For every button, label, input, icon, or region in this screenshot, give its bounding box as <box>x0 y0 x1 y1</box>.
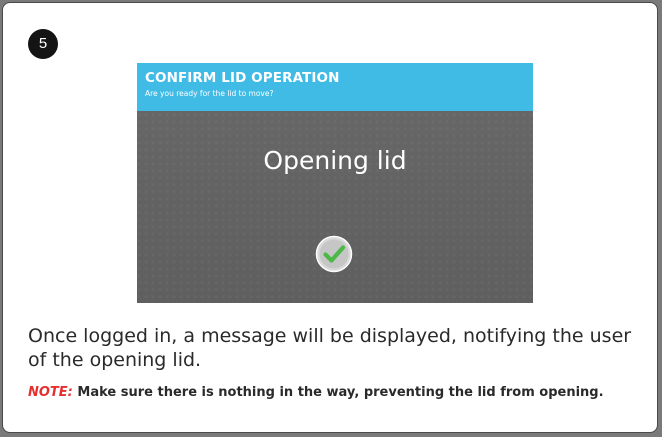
instruction-text: Once logged in, a message will be displa… <box>28 325 632 371</box>
note-label: NOTE: <box>28 385 73 400</box>
screen-header-title: CONFIRM LID OPERATION <box>145 70 340 86</box>
screen-status-message: Opening lid <box>263 146 407 175</box>
note-block: NOTE: Make sure there is nothing in the … <box>28 383 628 402</box>
step-number-badge: 5 <box>28 29 58 59</box>
screen-header-bar: CONFIRM LID OPERATION Are you ready for … <box>137 63 533 111</box>
note-text: Make sure there is nothing in the way, p… <box>72 385 604 400</box>
screen-header-subtitle: Are you ready for the lid to move? <box>145 89 274 98</box>
device-screen-photo: CONFIRM LID OPERATION Are you ready for … <box>137 63 533 303</box>
check-circle-icon <box>315 235 353 273</box>
instruction-card: 5 CONFIRM LID OPERATION Are you ready fo… <box>2 2 658 433</box>
